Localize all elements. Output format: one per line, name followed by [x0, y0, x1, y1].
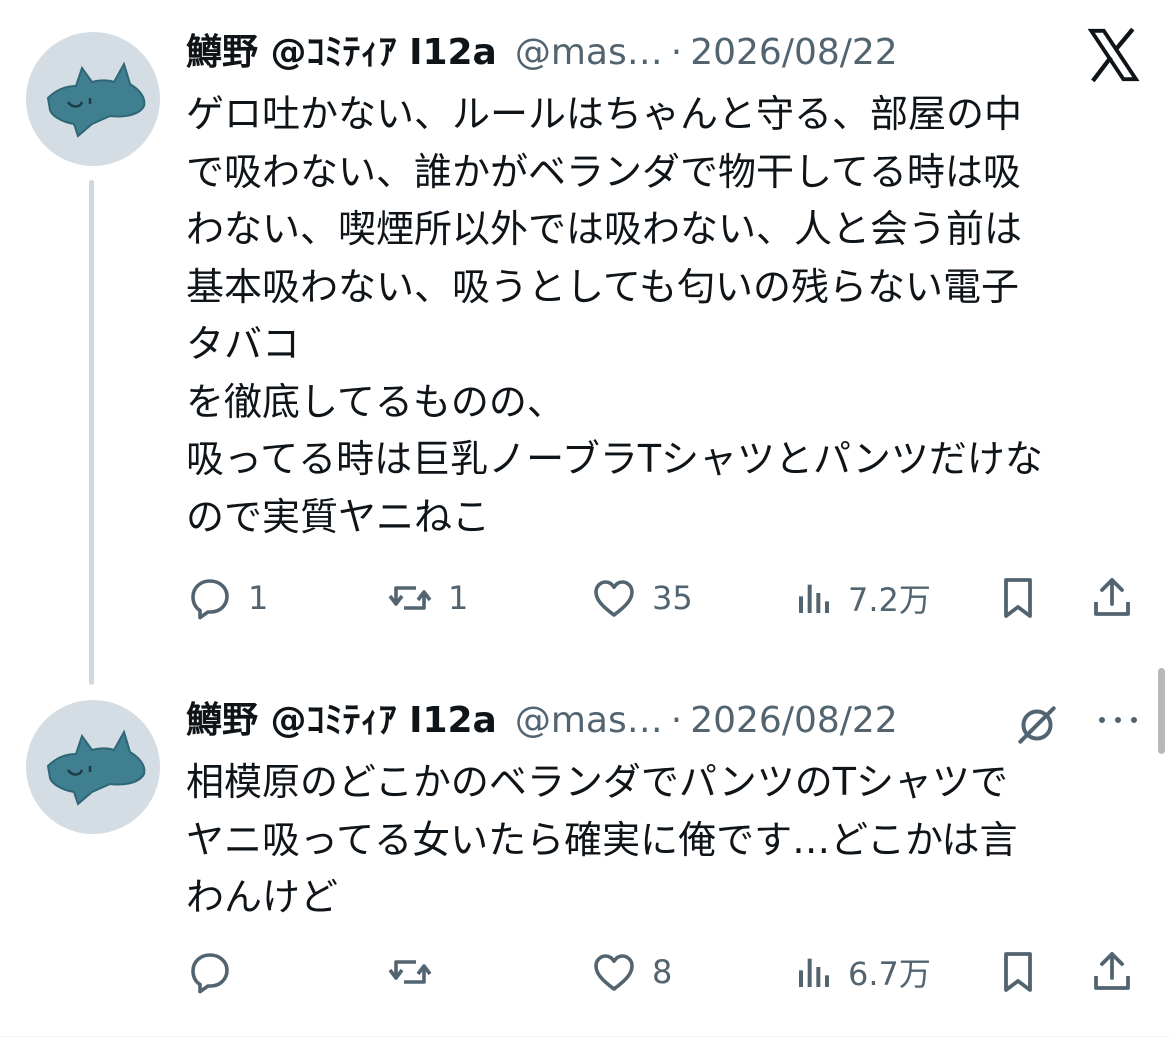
reply-button[interactable]: 1 — [186, 568, 268, 628]
share-button[interactable] — [1088, 568, 1150, 628]
tweet-text-line: で吸わない、誰かがベランダで物干してる時は吸 — [186, 149, 1021, 194]
action-bar: 1 1 35 7.2万 — [186, 568, 1146, 628]
tweet-date[interactable]: 2026/08/22 — [690, 28, 898, 78]
grok-icon[interactable] — [1012, 700, 1062, 750]
avatar[interactable] — [26, 32, 160, 166]
display-name[interactable]: 鱒野 @ｺﾐﾃｨｱ I12a — [186, 28, 497, 78]
reply-count: 1 — [248, 579, 269, 617]
tweet-text: ゲロ吐かない、ルールはちゃんと守る、部屋の中 で吸わない、誰かがベランダで物干し… — [186, 86, 1131, 546]
tweet[interactable]: 鱒野 @ｺﾐﾃｨｱ I12a @mas… · 2026/08/22 相模原のどこ… — [0, 680, 1170, 1035]
cat-doodle-icon — [46, 61, 146, 138]
reply-button[interactable] — [186, 942, 248, 1002]
separator-dot: · — [670, 700, 683, 741]
more-icon[interactable] — [1096, 710, 1140, 730]
reply-icon — [191, 579, 229, 620]
like-button[interactable]: 8 — [590, 942, 672, 1002]
like-count: 35 — [652, 579, 693, 617]
reply-icon — [191, 953, 229, 994]
tweet-header: 鱒野 @ｺﾐﾃｨｱ I12a @mas… · 2026/08/22 — [186, 696, 1050, 746]
x-logo-icon — [1084, 26, 1142, 84]
tweet-text-line: わない、喫煙所以外では吸わない、人と会う前は — [186, 207, 1023, 251]
cat-doodle-icon — [46, 729, 146, 806]
thread-connector — [89, 180, 94, 685]
heart-icon — [594, 580, 634, 617]
bookmark-button[interactable] — [994, 942, 1056, 1002]
tweet-text-line: わんけど — [186, 875, 339, 919]
action-bar: 8 6.7万 — [186, 942, 1146, 1002]
bookmark-icon — [1004, 952, 1032, 992]
display-name[interactable]: 鱒野 @ｺﾐﾃｨｱ I12a — [186, 696, 497, 746]
tweet-text-line: 吸ってる時は巨乳ノーブラTシャツとパンツだけな — [186, 437, 1043, 481]
like-count: 8 — [652, 953, 673, 991]
bookmark-icon — [1004, 578, 1032, 618]
views-button[interactable]: 6.7万 — [794, 942, 931, 1002]
tweet-date[interactable]: 2026/08/22 — [690, 696, 898, 746]
analytics-icon — [799, 584, 829, 613]
handle[interactable]: @mas… — [515, 696, 663, 746]
repost-count: 1 — [448, 579, 469, 617]
tweet-text-line: 基本吸わない、吸うとしても匂いの残らない電子 — [186, 264, 1019, 309]
views-button[interactable]: 7.2万 — [794, 568, 931, 628]
repost-button[interactable] — [386, 942, 448, 1002]
repost-icon — [388, 960, 432, 984]
heart-icon — [594, 954, 634, 991]
like-button[interactable]: 35 — [590, 568, 693, 628]
divider — [0, 1036, 1170, 1037]
tweet-header: 鱒野 @ｺﾐﾃｨｱ I12a @mas… · 2026/08/22 — [186, 28, 1050, 78]
tweet-text-line: ヤニ吸ってる女いたら確実に俺です…どこかは言 — [186, 817, 1018, 862]
scrollbar[interactable] — [1158, 668, 1165, 754]
tweet-text-line: タバコ — [186, 322, 301, 366]
repost-button[interactable]: 1 — [386, 568, 468, 628]
share-button[interactable] — [1088, 942, 1150, 1002]
view-count: 6.7万 — [848, 955, 931, 993]
tweet-text-line: を徹底してるものの、 — [186, 379, 565, 424]
separator-dot: · — [670, 32, 683, 73]
tweet-text-line: 相模原のどこかのベランダでパンツのTシャツで — [186, 760, 1008, 804]
tweet-text-line: ので実質ヤニねこ — [186, 494, 491, 539]
avatar[interactable] — [26, 700, 160, 834]
share-icon — [1094, 578, 1130, 616]
share-icon — [1094, 952, 1130, 990]
handle[interactable]: @mas… — [515, 28, 663, 78]
analytics-icon — [799, 958, 829, 987]
repost-icon — [388, 586, 432, 610]
bookmark-button[interactable] — [994, 568, 1056, 628]
tweet[interactable]: 鱒野 @ｺﾐﾃｨｱ I12a @mas… · 2026/08/22 ゲロ吐かない… — [0, 0, 1170, 685]
view-count: 7.2万 — [848, 581, 931, 619]
tweet-text: 相模原のどこかのベランダでパンツのTシャツで ヤニ吸ってる女いたら確実に俺です…… — [186, 754, 1131, 927]
tweet-text-line: ゲロ吐かない、ルールはちゃんと守る、部屋の中 — [186, 92, 1023, 136]
